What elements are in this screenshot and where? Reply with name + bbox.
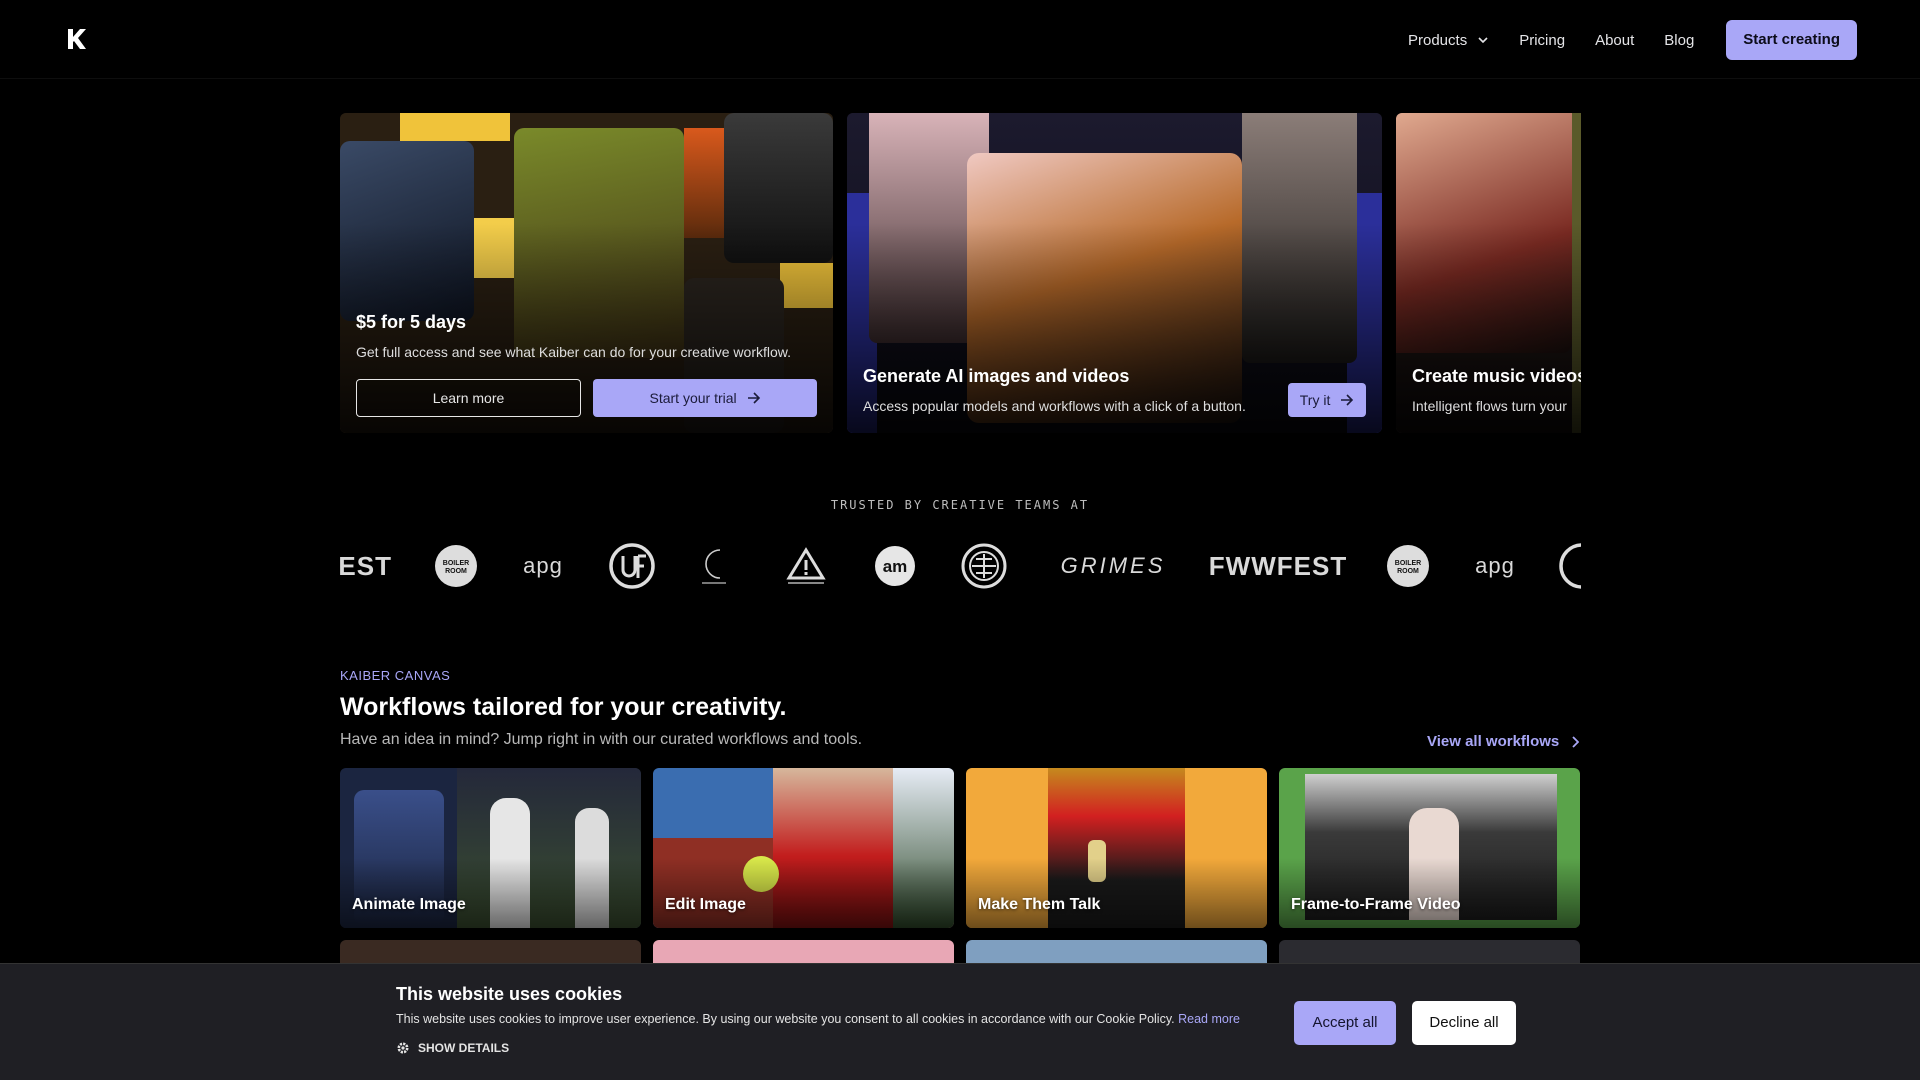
client-logo-marquee: FEST BOILERROOM apg am GRIMES FWWFEST BO… — [340, 536, 1581, 596]
hero-card-desc: Intelligent flows turn your — [1412, 398, 1567, 414]
logo-emblem-2 — [1558, 536, 1581, 596]
ufc-emblem-icon — [609, 543, 655, 589]
learn-more-button[interactable]: Learn more — [356, 379, 581, 417]
decline-all-button[interactable]: Decline all — [1412, 1001, 1516, 1045]
cookie-body-text: This website uses cookies to improve use… — [396, 1012, 1175, 1026]
workflow-card-edit-image[interactable]: Edit Image — [653, 768, 954, 928]
arrow-right-icon — [747, 392, 760, 404]
logo-boiler-room-2: BOILER ROOM — [1386, 536, 1430, 596]
logo-warning — [784, 536, 828, 596]
hero-card-trial[interactable]: $5 for 5 days Get full access and see wh… — [340, 113, 833, 433]
view-all-workflows-link[interactable]: View all workflows — [1427, 733, 1580, 750]
logo-apg: apg — [523, 553, 563, 578]
hero-card-generate[interactable]: Generate AI images and videos Access pop… — [847, 113, 1382, 433]
emblem-icon — [961, 543, 1007, 589]
logo-am: am — [874, 536, 916, 596]
logo-apg-2: apg — [1475, 553, 1515, 578]
boiler-room-icon: BOILERROOM — [1387, 545, 1429, 587]
logo-fest: FEST — [340, 550, 392, 581]
logo-ufc — [608, 536, 656, 596]
svg-text:ROOM: ROOM — [1397, 568, 1419, 575]
workflow-card-animate-image[interactable]: Animate Image — [340, 768, 641, 928]
view-all-label: View all workflows — [1427, 733, 1560, 750]
section-subtitle: Have an idea in mind? Jump right in with… — [340, 731, 863, 748]
workflow-label: Make Them Talk — [978, 896, 1101, 913]
section-eyebrow: KAIBER CANVAS — [340, 668, 451, 683]
card-fade — [340, 858, 641, 928]
kaiber-logo-icon[interactable] — [66, 27, 88, 51]
svg-text:am: am — [883, 557, 908, 576]
hero-carousel: $5 for 5 days Get full access and see wh… — [340, 113, 1581, 433]
card-fade — [966, 858, 1267, 928]
workflow-label: Frame-to-Frame Video — [1291, 896, 1461, 913]
top-navigation: Products Pricing About Blog Start creati… — [0, 0, 1920, 80]
warning-triangle-icon — [786, 547, 826, 584]
workflow-card-frame-to-frame[interactable]: Frame-to-Frame Video — [1279, 768, 1580, 928]
cookie-read-more-link[interactable]: Read more — [1178, 1012, 1240, 1026]
boiler-room-icon: BOILERROOM — [435, 545, 477, 587]
section-title: Workflows tailored for your creativity. — [340, 693, 787, 721]
start-trial-button[interactable]: Start your trial — [593, 379, 817, 417]
cookie-show-details[interactable]: SHOW DETAILS — [396, 1041, 509, 1055]
workflow-label: Animate Image — [352, 896, 466, 913]
svg-text:BOILER: BOILER — [1395, 560, 1421, 567]
logo-fwwfest: FWWFEST — [1208, 550, 1348, 581]
start-trial-label: Start your trial — [649, 390, 737, 406]
nav-blog[interactable]: Blog — [1664, 32, 1694, 49]
try-it-label: Try it — [1299, 392, 1331, 408]
logo-boiler-room: BOILER ROOM — [434, 536, 478, 596]
svg-text:ROOM: ROOM — [445, 568, 467, 575]
collage-tile-yellow — [400, 113, 510, 141]
workflow-card-make-them-talk[interactable]: Make Them Talk — [966, 768, 1267, 928]
nav-products-label: Products — [1408, 31, 1468, 49]
gear-icon — [397, 1042, 409, 1054]
try-it-button[interactable]: Try it — [1288, 383, 1366, 417]
logo-emblem — [960, 536, 1008, 596]
chevron-right-icon — [1572, 735, 1580, 748]
nav-divider — [0, 78, 1920, 79]
card-fade — [653, 858, 954, 928]
crescent-icon — [702, 549, 726, 584]
card-fade — [1279, 858, 1580, 928]
hero-card-title: Create music videos — [1412, 366, 1581, 386]
nav-pricing[interactable]: Pricing — [1519, 32, 1565, 49]
nav-links: Products Pricing About Blog Start creati… — [1408, 20, 1857, 60]
chevron-down-icon — [1478, 37, 1488, 44]
trusted-label: TRUSTED BY CREATIVE TEAMS AT — [830, 498, 1090, 512]
accept-all-button[interactable]: Accept all — [1294, 1001, 1396, 1045]
hero-card-title: Generate AI images and videos — [863, 366, 1130, 386]
workflow-label: Edit Image — [665, 896, 746, 913]
nav-products[interactable]: Products — [1408, 32, 1489, 49]
hero-card-desc: Get full access and see what Kaiber can … — [356, 344, 791, 360]
hero-card-title: $5 for 5 days — [356, 312, 467, 332]
hero-card-desc: Access popular models and workflows with… — [863, 398, 1246, 414]
arrow-right-icon — [1341, 394, 1354, 406]
cookie-body: This website uses cookies to improve use… — [396, 1012, 1240, 1026]
start-creating-button[interactable]: Start creating — [1726, 20, 1857, 60]
nav-about[interactable]: About — [1595, 32, 1634, 49]
cookie-title: This website uses cookies — [396, 984, 623, 1004]
logo-crescent — [696, 536, 732, 596]
emblem-icon — [1559, 543, 1581, 589]
hero-card-music[interactable]: Create music videos Intelligent flows tu… — [1396, 113, 1581, 433]
logo-grimes: GRIMES — [1060, 553, 1166, 578]
am-logo-icon: am — [875, 546, 915, 586]
collage-tile-flowers — [684, 128, 724, 238]
svg-text:BOILER: BOILER — [443, 560, 469, 567]
cookie-banner: This website uses cookies This website u… — [0, 963, 1920, 1080]
show-details-label: SHOW DETAILS — [418, 1041, 510, 1055]
